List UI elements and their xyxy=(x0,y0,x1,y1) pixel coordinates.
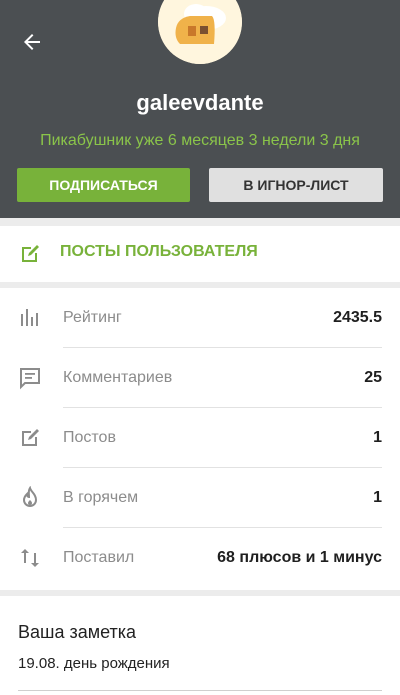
stat-label: Комментариев xyxy=(63,369,173,386)
stat-value: 1 xyxy=(373,489,382,506)
stat-value: 25 xyxy=(364,369,382,386)
member-since-text: Пикабушник уже 6 месяцев 3 недели 3 дня xyxy=(40,132,360,149)
bar-chart-icon xyxy=(21,309,38,326)
fire-icon xyxy=(22,486,38,507)
stat-row-comments: Комментариев 25 xyxy=(0,348,400,408)
stat-label: Поставил xyxy=(63,549,135,566)
username: galeevdante xyxy=(136,90,264,115)
up-down-arrows-icon xyxy=(21,549,39,567)
divider xyxy=(18,690,382,691)
ignore-list-button[interactable]: В ИГНОР-ЛИСТ xyxy=(209,168,383,202)
avatar[interactable] xyxy=(158,0,242,64)
stat-row-posts: Постов 1 xyxy=(0,408,400,468)
profile-header: galeevdante Пикабушник уже 6 месяцев 3 н… xyxy=(0,0,400,218)
stat-value: 68 плюсов и 1 минус xyxy=(217,549,382,566)
stat-label: В горячем xyxy=(63,489,139,506)
stat-label: Постов xyxy=(63,429,116,446)
avatar-image xyxy=(158,0,242,64)
stats-list: Рейтинг 2435.5 Комментариев 25 Постов 1 xyxy=(0,288,400,590)
stat-value: 1 xyxy=(373,429,382,446)
note-title: Ваша заметка xyxy=(18,622,137,642)
stat-row-votes: Поставил 68 плюсов и 1 минус xyxy=(0,528,400,588)
user-posts-label: ПОСТЫ ПОЛЬЗОВАТЕЛЯ xyxy=(60,243,258,260)
user-posts-link[interactable]: ПОСТЫ ПОЛЬЗОВАТЕЛЯ xyxy=(0,226,400,282)
note-text: 19.08. день рождения xyxy=(18,655,170,672)
stat-label: Рейтинг xyxy=(63,309,122,326)
edit-icon xyxy=(22,245,39,262)
edit-icon xyxy=(22,429,39,446)
comment-icon xyxy=(20,368,40,390)
user-note[interactable]: Ваша заметка 19.08. день рождения xyxy=(0,596,400,695)
profile-screen: galeevdante Пикабушник уже 6 месяцев 3 н… xyxy=(0,0,400,695)
stat-row-rating: Рейтинг 2435.5 xyxy=(0,288,400,348)
stat-value: 2435.5 xyxy=(333,309,382,326)
back-arrow-icon[interactable] xyxy=(20,30,44,54)
subscribe-button[interactable]: ПОДПИСАТЬСЯ xyxy=(17,168,190,202)
stat-row-hot: В горячем 1 xyxy=(0,468,400,528)
